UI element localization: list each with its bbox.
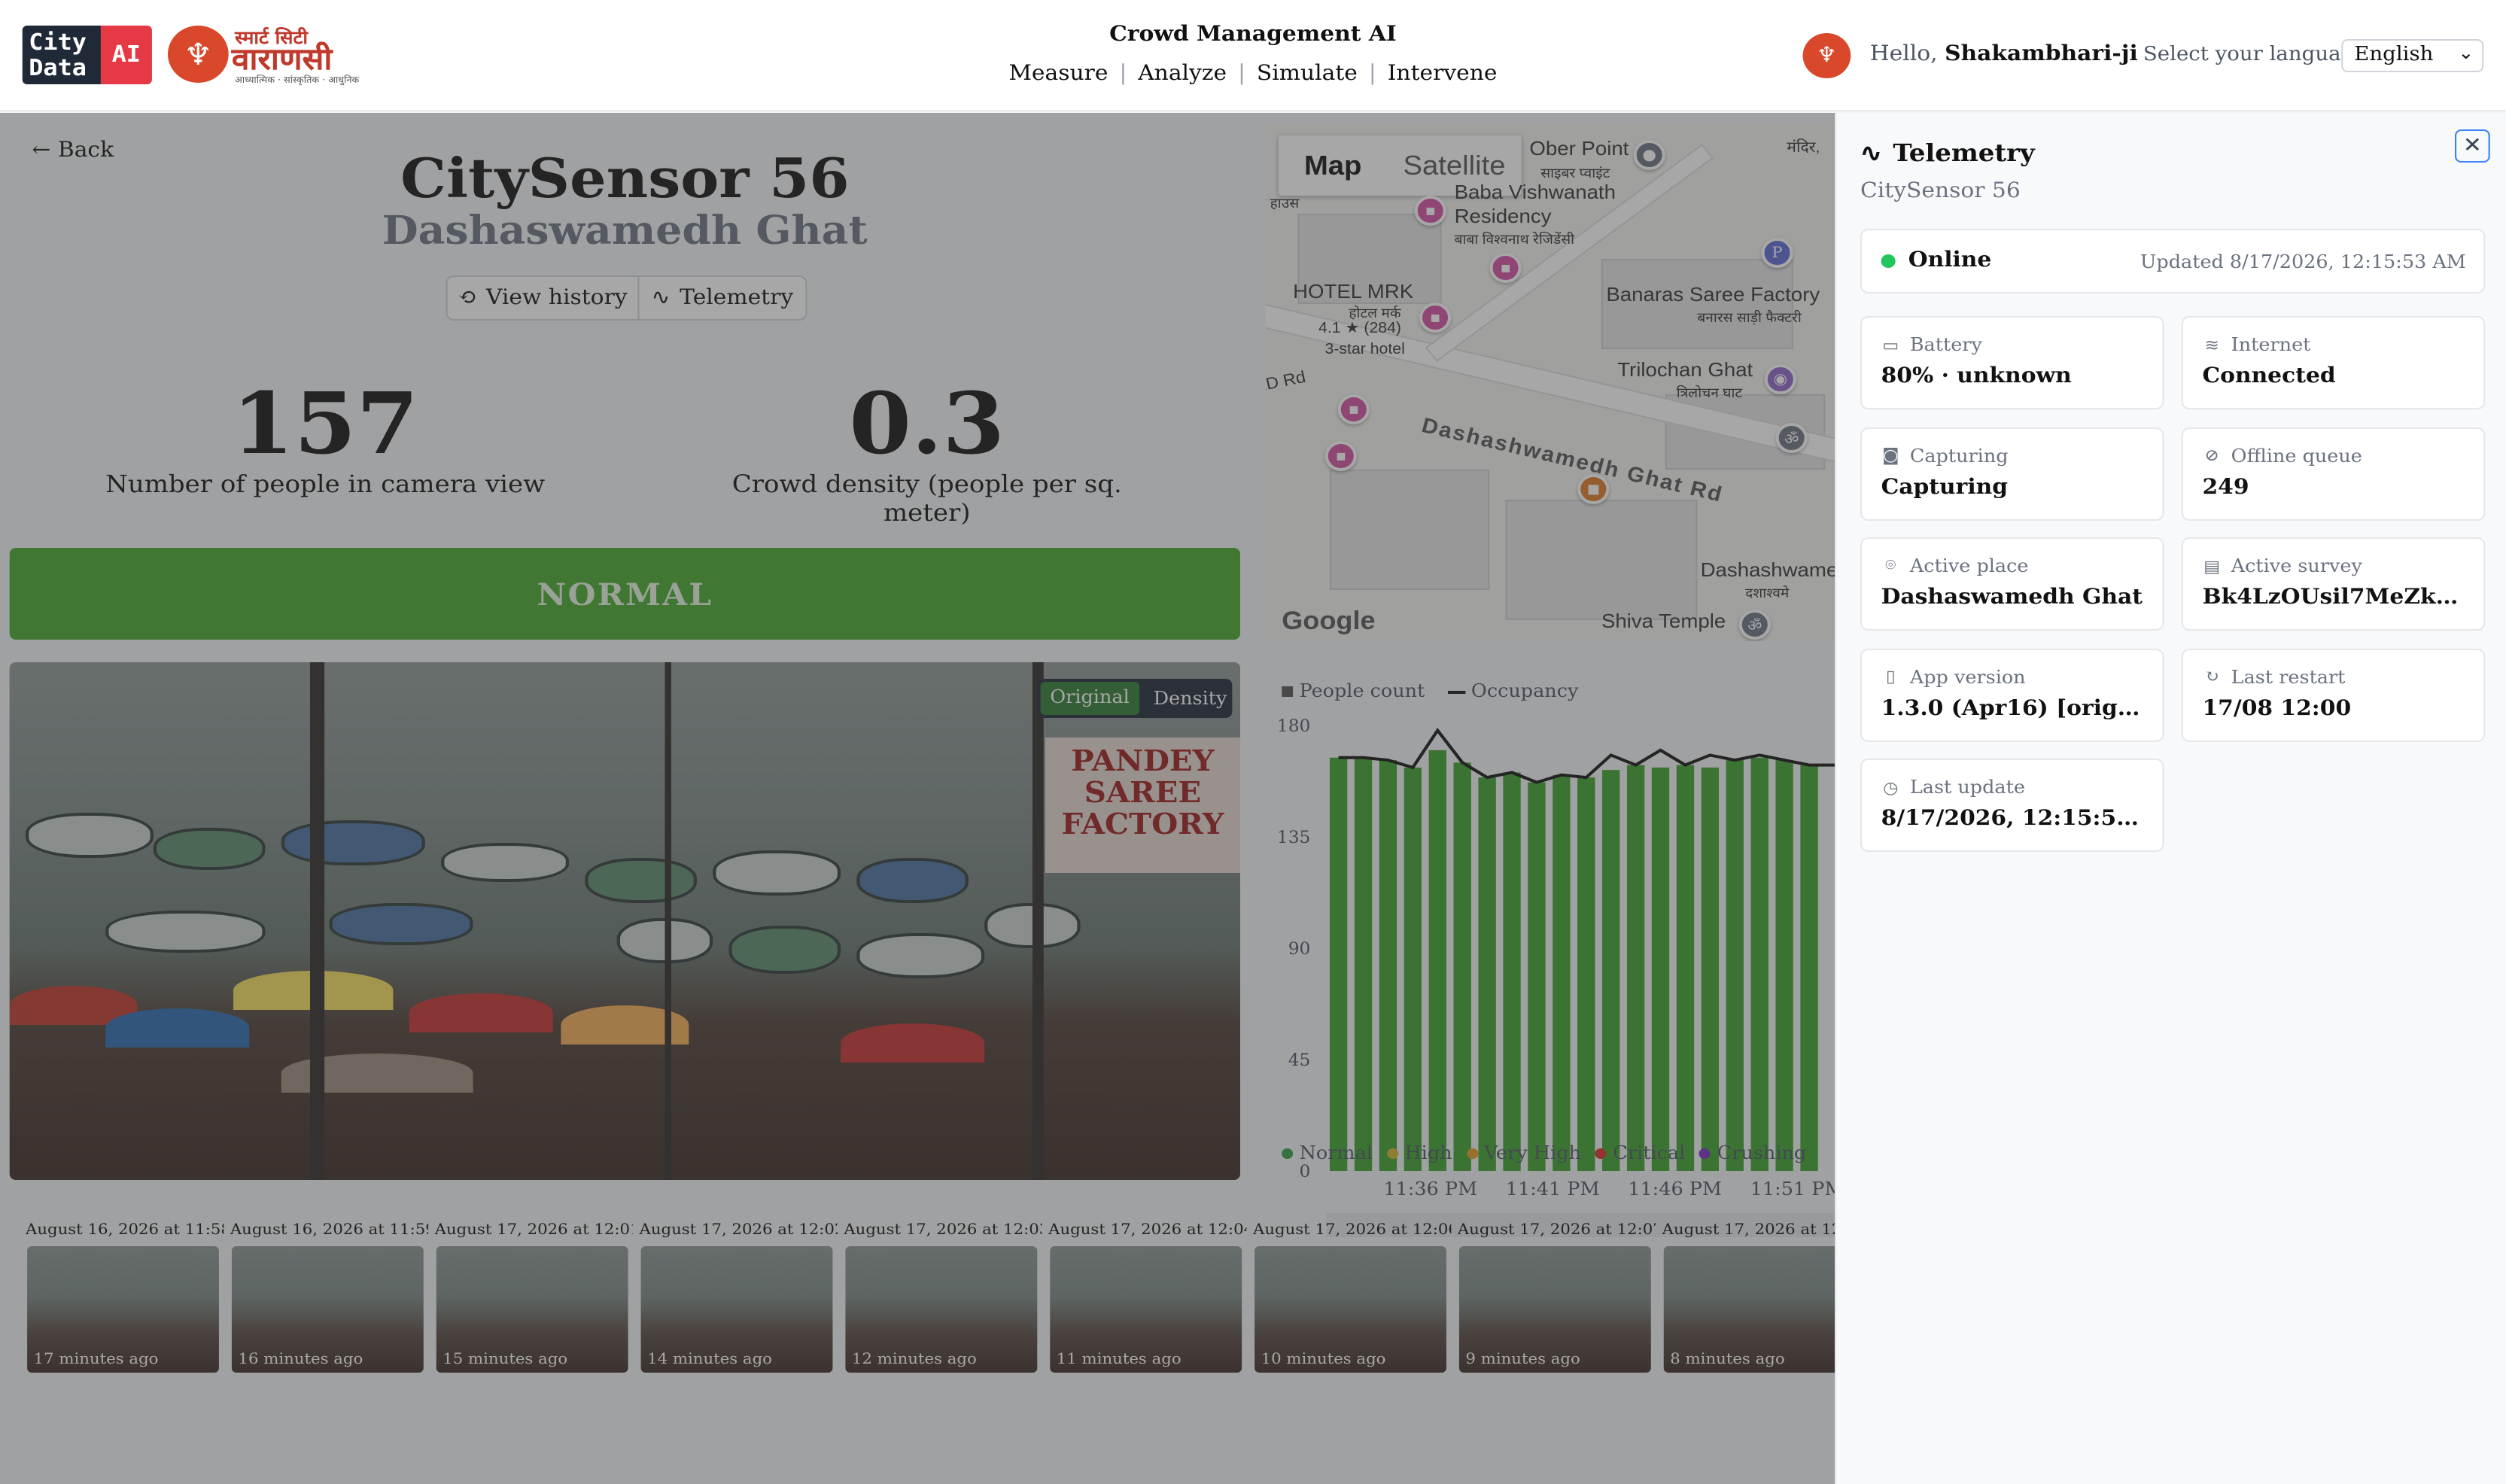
language-select[interactable]: English ⌄ [2341, 39, 2484, 72]
telemetry-title-text: Telemetry [1893, 138, 2035, 167]
camera-icon: ◙ [1881, 446, 1899, 465]
tile-label-text: Last update [1909, 777, 2025, 798]
user-greeting: Hello, Shakambhari-ji [1870, 42, 2138, 66]
telemetry-panel: ∿ Telemetry CitySensor 56 ✕ Online Update… [1835, 113, 2506, 1484]
tile-label: ⌾ Active place [1881, 555, 2029, 576]
tile-value: 249 [2202, 475, 2249, 499]
online-status-card: Online Updated 8/17/2026, 12:15:53 AM [1860, 229, 2486, 293]
close-icon: ✕ [2462, 134, 2482, 158]
tile-value: 80% · unknown [1881, 364, 2072, 388]
telemetry-tile-last-restart: ↻ Last restart 17/08 12:00 [2181, 648, 2486, 741]
nav-analyze[interactable]: Analyze [1138, 62, 1227, 86]
tile-label-text: Offline queue [2231, 445, 2362, 466]
close-button[interactable]: ✕ [2455, 129, 2490, 163]
app-header: City Data AI ♆ स्मार्ट सिटी वाराणसी आध्य… [0, 0, 2506, 111]
tile-label: ◙ Capturing [1881, 445, 2009, 466]
tile-label: ▯ App version [1881, 666, 2026, 687]
nav-measure[interactable]: Measure [1008, 62, 1108, 86]
telemetry-sensor-name: CitySensor 56 [1860, 179, 2021, 203]
tile-label: ⊘ Offline queue [2202, 445, 2362, 466]
status-dot-icon [1881, 254, 1896, 268]
tile-label-text: Battery [1909, 334, 1982, 355]
telemetry-tile-last-update: ◷ Last update 8/17/2026, 12:15:53 AM [1860, 759, 2164, 852]
clock-icon: ◷ [1883, 777, 1899, 797]
battery-icon: ▭ [1882, 335, 1899, 354]
telemetry-tile-offline-queue: ⊘ Offline queue 249 [2181, 427, 2486, 520]
telemetry-tile-battery: ▭ Battery 80% · unknown [1860, 316, 2164, 409]
tile-label: ◷ Last update [1881, 777, 2025, 798]
tile-label: ▤ Active survey [2202, 555, 2362, 576]
tile-label: ▭ Battery [1881, 334, 1982, 355]
phone-icon: ▯ [1885, 667, 1896, 686]
online-status: Online [1908, 248, 1992, 272]
tile-label: ↻ Last restart [2202, 666, 2345, 687]
telemetry-tile-app-version: ▯ App version 1.3.0 (Apr16) [original-ve..… [1860, 648, 2164, 741]
language-label: Select your language [2143, 44, 2367, 66]
telemetry-tile-active-survey: ▤ Active survey Bk4LzOUsil7MeZkQfw9y [2181, 537, 2486, 631]
nav-simulate[interactable]: Simulate [1257, 62, 1358, 86]
tile-value: Capturing [1881, 475, 2009, 499]
modal-backdrop[interactable] [0, 113, 1835, 1484]
user-name: Shakambhari-ji [1945, 42, 2138, 66]
telemetry-tile-capturing: ◙ Capturing Capturing [1860, 427, 2164, 520]
wifi-icon: ≋ [2204, 335, 2219, 354]
tile-label-text: App version [1909, 666, 2026, 687]
activity-icon: ∿ [1860, 138, 1882, 167]
clipboard-icon: ▤ [2203, 556, 2221, 576]
telemetry-title: ∿ Telemetry [1860, 138, 2035, 167]
tile-value: 1.3.0 (Apr16) [original-ve... [1881, 696, 2143, 720]
tile-label-text: Active survey [2231, 555, 2362, 576]
tile-value: Connected [2202, 364, 2336, 388]
tile-value: Dashaswamedh Ghat [1881, 585, 2143, 610]
nav-separator: | [1238, 62, 1246, 86]
nav-separator: | [1368, 62, 1376, 86]
updated-timestamp: Updated 8/17/2026, 12:15:53 AM [2140, 251, 2466, 272]
telemetry-tile-active-place: ⌾ Active place Dashaswamedh Ghat [1860, 537, 2164, 631]
tile-value: 17/08 12:00 [2202, 696, 2352, 720]
tile-label-text: Capturing [1909, 445, 2009, 466]
nav-separator: | [1119, 62, 1127, 86]
language-value: English [2354, 44, 2434, 66]
tile-label-text: Internet [2231, 334, 2311, 355]
map-pin-icon: ⌾ [1885, 555, 1896, 575]
tile-value: Bk4LzOUsil7MeZkQfw9y [2202, 585, 2465, 610]
chevron-down-icon: ⌄ [2458, 42, 2474, 63]
tile-label: ≋ Internet [2202, 334, 2310, 355]
refresh-icon: ↻ [2204, 667, 2219, 686]
tile-label-text: Last restart [2231, 666, 2346, 687]
nav-intervene[interactable]: Intervene [1388, 62, 1498, 86]
user-avatar[interactable]: ♆ [1802, 33, 1851, 78]
tile-value: 8/17/2026, 12:15:53 AM [1881, 807, 2143, 831]
telemetry-tile-internet: ≋ Internet Connected [2181, 316, 2486, 409]
greeting-text: Hello, [1869, 42, 1938, 66]
tile-label-text: Active place [1909, 555, 2029, 576]
cloud-off-icon: ⊘ [2204, 446, 2219, 465]
